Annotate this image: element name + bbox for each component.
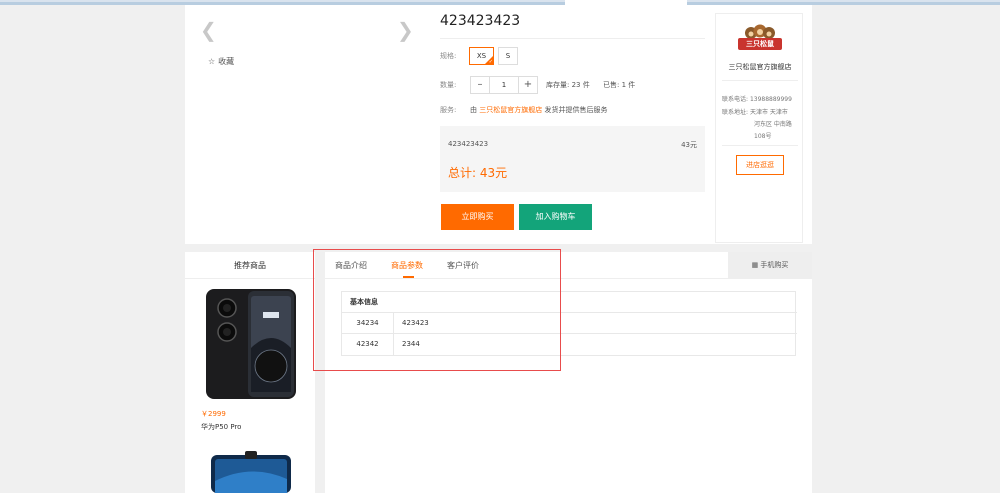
store-address-line1: 天津市 天津市: [749, 109, 788, 116]
store-phone: 联系电话: 13988889999: [722, 94, 792, 106]
service-label: 服务:: [440, 106, 457, 114]
recommend-item-name[interactable]: 华为P50 Pro: [201, 422, 241, 432]
store-name: 三只松鼠官方旗舰店: [728, 63, 792, 71]
spec-option-xs[interactable]: XS ✓: [469, 47, 494, 65]
table-row: 42342 2344: [342, 334, 797, 355]
stock-count: 库存量: 23 件: [546, 81, 590, 89]
chevron-left-icon[interactable]: ❮: [200, 20, 217, 40]
product-title: 423423423: [440, 13, 521, 29]
recommend-title: 推荐商品: [185, 252, 315, 279]
divider: [722, 80, 798, 81]
plus-button[interactable]: +: [519, 77, 537, 93]
store-address-label: 联系地址:: [722, 109, 749, 116]
product-gallery: ❮ ❯ ☆ 收藏: [185, 5, 415, 244]
spec-option-label: S: [505, 52, 511, 60]
detail-panel: 商品介绍 商品参数 客户评价 ▦ 手机购买 基本信息 34234 423423 …: [325, 252, 812, 493]
chevron-right-icon[interactable]: ❯: [397, 20, 414, 40]
store-phone-value: 13988889999: [749, 96, 792, 103]
table-row: 34234 423423: [342, 313, 797, 334]
favorite-button[interactable]: ☆ 收藏: [208, 56, 234, 67]
spec-label: 规格:: [440, 52, 457, 60]
store-card: 三只松鼠 三只松鼠官方旗舰店 联系电话: 13988889999 联系地址: 天…: [715, 13, 803, 243]
buy-now-button[interactable]: 立即购买: [441, 204, 514, 230]
sold-count: 已售: 1 件: [603, 81, 636, 89]
tab-params[interactable]: 商品参数: [391, 260, 423, 271]
active-tab-indicator: [403, 276, 414, 278]
star-icon: ☆: [208, 57, 216, 66]
check-icon: ✓: [488, 59, 493, 65]
order-summary: 423423423 43元 总计: 43元: [440, 126, 705, 192]
quantity-label: 数量:: [440, 81, 457, 89]
summary-total: 总计: 43元: [448, 166, 508, 180]
qr-icon: ▦: [751, 261, 759, 269]
service-prefix: 由: [470, 106, 477, 114]
summary-item-name: 423423423: [448, 140, 489, 148]
param-value: 423423: [402, 319, 429, 327]
product-image-phone[interactable]: [209, 451, 293, 493]
tab-intro[interactable]: 商品介绍: [335, 260, 367, 271]
product-page: ❮ ❯ ☆ 收藏 423423423 规格: XS ✓ S 数量: – 1 + 库…: [185, 5, 812, 493]
param-key: 42342: [342, 334, 394, 355]
top-strip-segment: [927, 0, 1000, 5]
tab-reviews[interactable]: 客户评价: [447, 260, 479, 271]
top-strip-segment: [95, 0, 190, 5]
quantity-stepper: – 1 +: [470, 76, 538, 94]
mobile-buy-label: 手机购买: [760, 261, 789, 269]
divider: [722, 145, 798, 146]
favorite-label: 收藏: [218, 57, 235, 66]
store-address: 联系地址: 天津市 天津市: [722, 107, 788, 119]
store-logo: 三只松鼠: [738, 22, 782, 52]
store-phone-label: 联系电话:: [722, 96, 749, 103]
top-strip-segment: [0, 0, 95, 5]
store-address-line3: 108号: [754, 133, 772, 140]
param-value: 2344: [402, 340, 420, 348]
top-strip-segment: [807, 0, 927, 5]
product-panel: ❮ ❯ ☆ 收藏 423423423 规格: XS ✓ S 数量: – 1 + 库…: [185, 5, 812, 244]
mobile-buy-button[interactable]: ▦ 手机购买: [728, 252, 812, 279]
quantity-input[interactable]: 1: [489, 77, 519, 93]
add-to-cart-button[interactable]: 加入购物车: [519, 204, 592, 230]
enter-store-button[interactable]: 进店逛逛: [736, 155, 784, 175]
params-title: 基本信息: [342, 292, 797, 313]
recommend-panel: 推荐商品 ￥2999 华为P50 Pro: [185, 252, 315, 493]
store-logo-text: 三只松鼠: [738, 38, 782, 50]
recommend-item-price: ￥2999: [201, 410, 226, 418]
minus-button[interactable]: –: [471, 77, 489, 93]
divider: [440, 38, 705, 39]
service-suffix: 发货并提供售后服务: [544, 106, 608, 114]
spec-option-s[interactable]: S: [498, 47, 518, 65]
params-table: 基本信息 34234 423423 42342 2344: [341, 291, 797, 356]
summary-item-price: 43元: [681, 141, 697, 149]
param-key: 34234: [342, 313, 394, 334]
store-address-line2: 河东区 中南路: [754, 121, 792, 128]
service-shop-link[interactable]: 三只松鼠官方旗舰店: [479, 106, 542, 114]
product-image-phone[interactable]: [205, 288, 297, 400]
service-text: 由 三只松鼠官方旗舰店 发货并提供售后服务: [470, 105, 607, 115]
detail-tabs: 商品介绍 商品参数 客户评价: [325, 252, 728, 279]
